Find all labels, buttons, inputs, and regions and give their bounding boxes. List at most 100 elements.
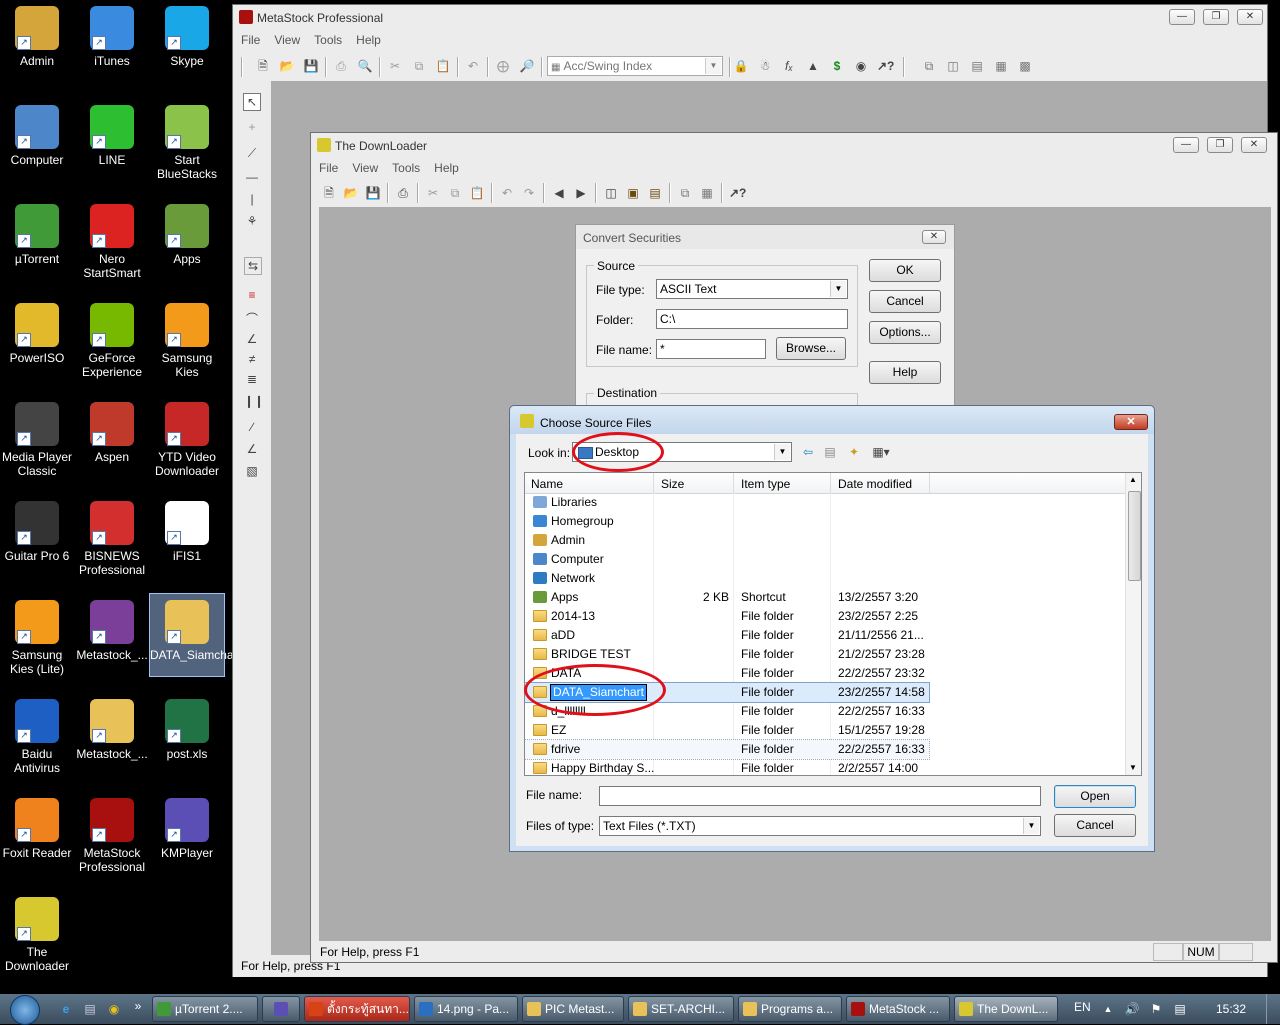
choose-close-button[interactable]: ✕	[1114, 414, 1148, 430]
dl-cascade-icon[interactable]: ⧉	[677, 185, 693, 201]
binoculars-icon[interactable]: ◉	[853, 58, 869, 74]
list-item[interactable]: Happy Birthday S... File folder 2/2/2557 1…	[525, 759, 929, 775]
flag-icon[interactable]: ⚑	[1148, 1001, 1164, 1017]
dl-cut-icon[interactable]: ✂	[425, 185, 441, 201]
new-folder-icon[interactable]: ✦	[846, 444, 862, 460]
dl-menu-help[interactable]: Help	[426, 159, 465, 175]
list-item[interactable]: fdrive File folder 22/2/2557 16:33	[525, 739, 930, 760]
tile-vertical-icon[interactable]: ◫	[945, 58, 961, 74]
clock[interactable]: 15:32	[1216, 1002, 1246, 1016]
options-button[interactable]: Options...	[869, 321, 941, 344]
taskbar-button-8[interactable]: MetaStock ...	[846, 996, 950, 1022]
column-item-type[interactable]: Item type	[741, 477, 790, 491]
expert-advisor-icon[interactable]: ☃	[757, 58, 773, 74]
retracement-icon[interactable]: ≣	[244, 371, 260, 387]
dl-menu-view[interactable]: View	[344, 159, 384, 175]
cycle-line-icon[interactable]: ⚘	[244, 213, 260, 229]
dl-previous-icon[interactable]: ◀	[551, 185, 567, 201]
scroll-down-arrow-icon[interactable]: ▼	[1129, 763, 1137, 772]
file-list[interactable]: Name Size Item type Date modified Librar…	[524, 472, 1142, 776]
list-item[interactable]: Homegroup	[525, 512, 929, 531]
desktop-icon-23[interactable]: ↗ Metastock_...	[75, 693, 149, 775]
indicator-combo[interactable]: ▦ Acc/Swing Index ▼	[547, 56, 723, 76]
list-item[interactable]: aDD File folder 21/11/2556 21...	[525, 626, 929, 645]
column-date-modified[interactable]: Date modified	[838, 477, 912, 491]
volume-icon[interactable]: 🔊	[1124, 1001, 1140, 1017]
context-help-icon[interactable]: ↗?	[877, 58, 894, 74]
dl-redo-icon[interactable]: ↷	[521, 185, 537, 201]
show-desktop-button[interactable]	[1266, 994, 1279, 1024]
quicklaunch-overflow-icon[interactable]: »	[130, 998, 146, 1014]
desktop-icon-11[interactable]: ↗ GeForce Experience	[75, 297, 149, 379]
close-button[interactable]: ✕	[1237, 9, 1263, 25]
dl-menu-file[interactable]: File	[311, 159, 344, 175]
desktop-icon-9[interactable]: ↗ Apps	[150, 198, 224, 280]
view-menu-icon[interactable]: ▦▾	[868, 444, 894, 460]
list-item[interactable]: Libraries	[525, 493, 929, 512]
tile-grid-icon[interactable]: ▦	[993, 58, 1009, 74]
taskbar-button-3[interactable]: ตั้งกระทู้สนทา...	[304, 996, 410, 1022]
open-icon[interactable]: 📂	[279, 58, 295, 74]
desktop-icon-4[interactable]: ↗ Computer	[0, 99, 74, 181]
list-item[interactable]: Network	[525, 569, 929, 588]
dl-menu-tools[interactable]: Tools	[384, 159, 426, 175]
folder-input[interactable]: C:\	[656, 309, 848, 329]
list-item[interactable]: 2014-13 File folder 23/2/2557 2:25	[525, 607, 929, 626]
channel-icon[interactable]: ≡	[244, 287, 260, 303]
save-icon[interactable]: 💾	[303, 58, 319, 74]
arrange-icon[interactable]: ▩	[1017, 58, 1033, 74]
menu-view[interactable]: View	[266, 31, 306, 47]
language-indicator[interactable]: EN	[1074, 1000, 1091, 1014]
desktop-icon-25[interactable]: ↗ Foxit Reader	[0, 792, 74, 874]
cascade-icon[interactable]: ⧉	[921, 58, 937, 74]
desktop-icon-7[interactable]: ↗ µTorrent	[0, 198, 74, 280]
column-size[interactable]: Size	[661, 477, 684, 491]
open-button[interactable]: Open	[1054, 785, 1136, 808]
choose-titlebar[interactable]: Choose Source Files ✕	[510, 406, 1154, 434]
taskbar-button-9[interactable]: The DownL...	[954, 996, 1058, 1022]
dl-tile-icon[interactable]: ▦	[699, 185, 715, 201]
chrome-icon[interactable]: ◉	[106, 1001, 122, 1017]
desktop-icon-18[interactable]: ↗ iFIS1	[150, 495, 224, 577]
scroll-up-arrow-icon[interactable]: ▲	[1129, 475, 1137, 484]
desktop-icon-24[interactable]: ↗ post.xls	[150, 693, 224, 775]
files-of-type-select[interactable]: Text Files (*.TXT) ▼	[599, 816, 1041, 836]
cancel-button[interactable]: Cancel	[869, 290, 941, 313]
horizontal-line-icon[interactable]: —	[244, 169, 260, 185]
convert-close-button[interactable]: ✕	[922, 230, 946, 244]
help-button[interactable]: Help	[869, 361, 941, 384]
start-button[interactable]	[4, 994, 46, 1025]
browse-button[interactable]: Browse...	[776, 337, 846, 360]
print-preview-icon[interactable]: 🔍	[357, 58, 373, 74]
desktop-icon-13[interactable]: ↗ Media Player Classic	[0, 396, 74, 478]
restore-button[interactable]: ❐	[1203, 9, 1229, 25]
dl-new-icon[interactable]: 🗎	[321, 185, 337, 201]
dl-print-icon[interactable]: ⎙	[395, 185, 411, 201]
desktop-icon-10[interactable]: ↗ PowerISO	[0, 297, 74, 379]
scroll-thumb[interactable]	[1128, 491, 1141, 581]
dl-context-help-icon[interactable]: ↗?	[729, 185, 746, 201]
taskbar-button-4[interactable]: 14.png - Pa...	[414, 996, 518, 1022]
convert-titlebar[interactable]: Convert Securities ✕	[576, 225, 954, 249]
grid-tool-icon[interactable]: ▧	[244, 463, 260, 479]
files-of-type-chevron-icon[interactable]: ▼	[1023, 818, 1039, 834]
file-name-field[interactable]	[599, 786, 1041, 806]
ie-icon[interactable]: e	[58, 1001, 74, 1017]
undo-icon[interactable]: ↶	[465, 58, 481, 74]
taskbar-button-1[interactable]: µTorrent 2....	[152, 996, 258, 1022]
vertical-line-icon[interactable]: |	[244, 191, 260, 207]
gann-fan-icon[interactable]: ∠	[244, 441, 260, 457]
explorer-icon[interactable]: ▲	[805, 58, 821, 74]
desktop-icon-16[interactable]: ↗ Guitar Pro 6	[0, 495, 74, 577]
dl-convert-icon[interactable]: ◫	[603, 185, 619, 201]
desktop-icon-28[interactable]: ↗ The Downloader	[0, 891, 74, 973]
dl-save-icon[interactable]: 💾	[365, 185, 381, 201]
look-in-chevron-icon[interactable]: ▼	[774, 444, 790, 460]
desktop-icon-20[interactable]: ↗ Metastock_...	[75, 594, 149, 676]
desktop-icon-14[interactable]: ↗ Aspen	[75, 396, 149, 478]
network-icon[interactable]: ▤	[1172, 1001, 1188, 1017]
desktop-icon-19[interactable]: ↗ Samsung Kies (Lite)	[0, 594, 74, 676]
cut-icon[interactable]: ✂	[387, 58, 403, 74]
desktop-icon-2[interactable]: ↗ iTunes	[75, 0, 149, 82]
tile-horizontal-icon[interactable]: ▤	[969, 58, 985, 74]
